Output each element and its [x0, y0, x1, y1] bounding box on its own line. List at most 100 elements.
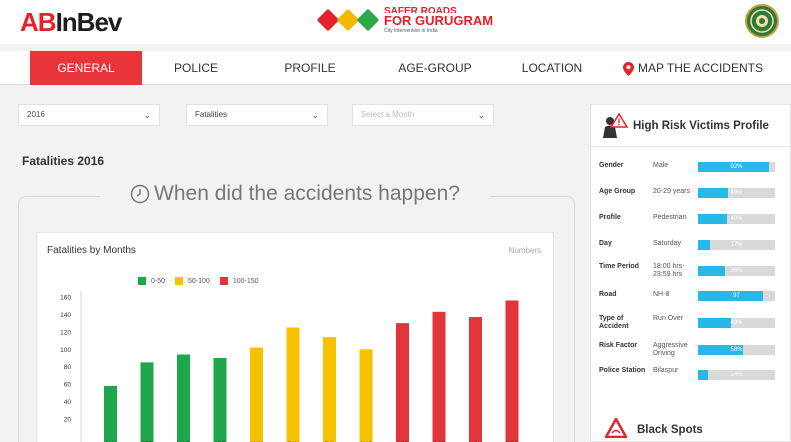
tab-age-group[interactable]: AGE-GROUP — [380, 51, 490, 85]
header: ABInBev SAFER ROADS FOR GURUGRAM City In… — [0, 0, 791, 44]
legend-label: 0-50 — [151, 277, 166, 285]
month-select-placeholder: Select a Month — [361, 110, 415, 119]
metric-select[interactable]: Fatalities ⌄ — [186, 104, 328, 126]
bar-oct[interactable] — [432, 311, 446, 442]
tab-map-the-accidents[interactable]: MAP THE ACCIDENTS — [618, 51, 768, 85]
y-tick-label: 80 — [64, 364, 72, 371]
black-spots-panel: Black Spots — [590, 412, 791, 442]
tab-general[interactable]: GENERAL — [30, 51, 142, 85]
profile-row-value: Run Over — [653, 315, 683, 322]
bar-sep[interactable] — [396, 323, 409, 442]
profile-row: Age Group 20-29 years 49% — [599, 188, 784, 214]
brand-inbev: InBev — [55, 7, 123, 37]
map-pin-icon — [623, 61, 635, 76]
traffic-diamonds-icon — [316, 8, 380, 32]
bar-jul[interactable] — [323, 337, 336, 442]
profile-row-value: Pedestrian — [653, 214, 687, 221]
bar-may[interactable] — [250, 347, 263, 442]
victims-profile-panel: High Risk Victims Profile Gender Male 92% A… — [590, 104, 791, 442]
bar-jan[interactable] — [104, 385, 117, 442]
profile-row-bar: 36% — [698, 266, 775, 276]
main-nav: GENERAL POLICE PROFILE AGE-GROUP LOCATIO… — [0, 51, 791, 85]
y-tick-label: 40 — [64, 399, 72, 406]
profile-row-bar: 14% — [698, 370, 775, 380]
profile-row-percent: 97 — [733, 293, 740, 299]
legend-label: 100-150 — [232, 277, 259, 285]
profile-row-label: Road — [599, 291, 617, 298]
profile-row-percent: 92% — [730, 164, 743, 170]
chart-legend: 0-50 50-100 100-150 — [138, 277, 269, 285]
y-tick-label: 100 — [60, 347, 71, 354]
abinbev-logo[interactable]: ABInBev — [20, 7, 123, 38]
profile-row-percent: 58% — [730, 347, 743, 353]
profile-row-percent: 36% — [730, 268, 743, 274]
profile-row: Profile Pedestrian 40% — [599, 214, 784, 240]
tab-profile[interactable]: PROFILE — [266, 51, 354, 85]
victims-profile-title: High Risk Victims Profile — [633, 120, 769, 132]
profile-row-percent: 17% — [730, 242, 743, 248]
profile-row-bar: 58% — [698, 345, 775, 355]
partner-line3: City Intervention in India — [384, 27, 438, 34]
chevron-down-icon: ⌄ — [477, 110, 485, 120]
clock-icon — [130, 185, 150, 204]
profile-row: Time Period 18:00 hrs-23:59 hrs 36% — [599, 263, 784, 289]
warning-triangle-icon — [605, 418, 627, 438]
profile-row-value: Saturday — [653, 240, 682, 247]
profile-row-label: Police Station — [599, 367, 646, 374]
profile-row-bar: 40% — [698, 214, 775, 224]
bar-feb[interactable] — [140, 362, 154, 442]
victims-profile-header: High Risk Victims Profile — [591, 105, 790, 147]
section-title: Fatalities 2016 — [22, 154, 105, 168]
bar-dec[interactable] — [505, 300, 519, 442]
legend-item-50-100[interactable]: 50-100 — [175, 277, 210, 285]
chevron-down-icon: ⌄ — [143, 110, 151, 120]
legend-label: 50-100 — [188, 277, 210, 285]
tab-location[interactable]: LOCATION — [506, 51, 598, 85]
legend-item-0-50[interactable]: 0-50 — [138, 277, 165, 285]
tab-police[interactable]: POLICE — [152, 51, 240, 85]
profile-row-label: Age Group — [599, 188, 636, 195]
profile-row: Police Station Bilaspur 14% — [599, 367, 784, 393]
bar-aug[interactable] — [359, 349, 373, 442]
profile-row: Road NH-8 97 — [599, 291, 784, 317]
profile-row-percent: 49% — [730, 190, 743, 196]
profile-row: Gender Male 92% — [599, 162, 784, 188]
year-select[interactable]: 2016 ⌄ — [18, 104, 160, 126]
profile-row-value: 20-29 years — [653, 188, 690, 195]
profile-row-label: Gender — [599, 162, 624, 169]
chart-title: Fatalities by Months — [47, 245, 136, 256]
y-tick-label: 120 — [60, 329, 71, 336]
fatalities-chart-card: Fatalities by Months Numbers 0-50 50-100… — [36, 232, 554, 442]
profile-row-value: 18:00 hrs-23:59 hrs — [653, 263, 685, 278]
profile-row-value: Bilaspur — [653, 367, 679, 374]
chevron-down-icon: ⌄ — [311, 110, 319, 120]
profile-row-percent: 43% — [730, 320, 743, 326]
month-select[interactable]: Select a Month ⌄ — [352, 104, 494, 126]
profile-row: Risk Factor Aggressive Driving 58% — [599, 342, 784, 368]
question-heading: When did the accidents happen? — [100, 182, 490, 206]
profile-row-bar: 17% — [698, 240, 775, 250]
profile-row-value: Aggressive Driving — [653, 342, 688, 357]
year-select-value: 2016 — [27, 110, 45, 119]
bar-nov[interactable] — [469, 317, 482, 442]
bar-mar[interactable] — [177, 354, 190, 442]
profile-row-label: Risk Factor — [599, 342, 638, 349]
bar-jun[interactable] — [286, 327, 300, 442]
profile-row-bar: 43% — [698, 318, 775, 328]
profile-row-value: NH-8 — [653, 291, 670, 298]
profile-row-label: Type of Accident — [599, 315, 629, 330]
profile-row: Type of Accident Run Over 43% — [599, 315, 784, 341]
profile-row-bar: 97 — [698, 291, 775, 301]
profile-row-bar: 49% — [698, 188, 775, 198]
y-tick-label: 140 — [60, 312, 71, 319]
profile-row-label: Day — [599, 240, 612, 247]
profile-row-percent: 40% — [730, 216, 743, 222]
tab-map-label: MAP THE ACCIDENTS — [638, 61, 763, 75]
bar-apr[interactable] — [213, 358, 227, 442]
government-seal-icon — [745, 4, 779, 38]
metric-select-value: Fatalities — [195, 110, 228, 119]
y-tick-label: 160 — [60, 295, 71, 302]
chart-unit-label: Numbers — [508, 246, 541, 255]
y-tick-label: 60 — [64, 382, 72, 389]
legend-item-100-150[interactable]: 100-150 — [219, 277, 259, 285]
